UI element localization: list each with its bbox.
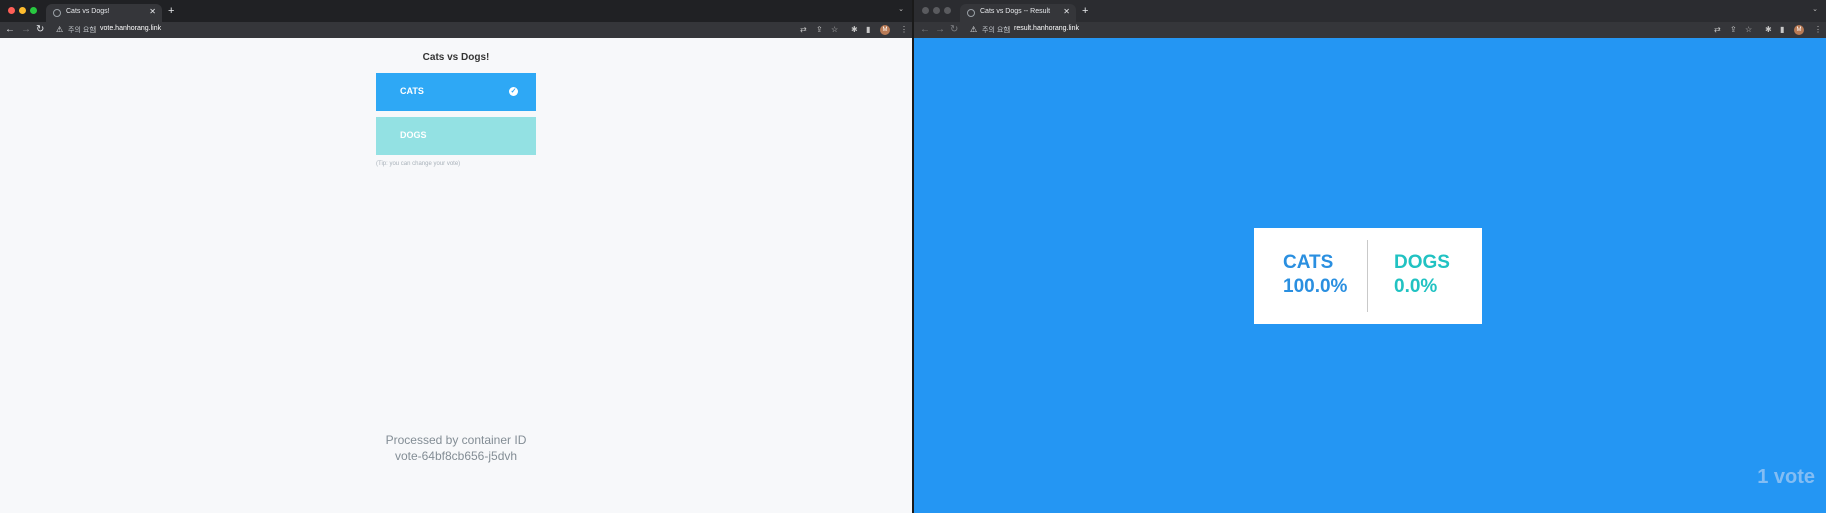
tab-vote[interactable]: Cats vs Dogs! ✕ <box>46 4 162 22</box>
reload-icon[interactable]: ↻ <box>950 23 958 37</box>
bookmark-star-icon[interactable]: ☆ <box>1745 25 1752 35</box>
maximize-window-button[interactable] <box>944 7 951 14</box>
cats-label: CATS <box>400 86 424 96</box>
tab-bar: Cats vs Dogs! ✕ + ⌄ <box>0 0 912 22</box>
share-icon[interactable]: ⇪ <box>1730 25 1737 35</box>
chevron-down-icon[interactable]: ⌄ <box>898 5 904 13</box>
vote-dogs-button[interactable]: DOGS <box>376 117 536 155</box>
forward-icon[interactable]: → <box>935 23 945 37</box>
minimize-window-button[interactable] <box>933 7 940 14</box>
tab-result[interactable]: Cats vs Dogs -- Result ✕ <box>960 4 1076 22</box>
menu-icon[interactable]: ⋮ <box>900 25 908 35</box>
tab-title: Cats vs Dogs -- Result <box>980 8 1051 15</box>
dogs-label: DOGS <box>400 130 427 140</box>
tab-bar: Cats vs Dogs -- Result ✕ + ⌄ <box>914 0 1826 22</box>
divider <box>1009 26 1010 33</box>
profile-avatar[interactable]: M <box>880 25 890 35</box>
back-icon[interactable]: ← <box>5 23 15 37</box>
extensions-icon[interactable]: ✱ <box>851 25 858 35</box>
result-browser-window: Cats vs Dogs -- Result ✕ + ⌄ ← → ↻ ⚠ 주의 … <box>914 0 1826 513</box>
cats-result-label: CATS <box>1283 252 1334 273</box>
tip-text: (Tip: you can change your vote) <box>376 161 461 167</box>
vote-browser-window: Cats vs Dogs! ✕ + ⌄ ← → ↻ ⚠ 주의 요함 vote.h… <box>0 0 912 513</box>
globe-icon <box>53 9 61 17</box>
side-panel-icon[interactable]: ▮ <box>866 25 870 35</box>
forward-icon[interactable]: → <box>21 23 31 37</box>
security-warning[interactable]: 주의 요함 <box>68 25 96 35</box>
warning-icon[interactable]: ⚠ <box>970 23 977 36</box>
menu-icon[interactable]: ⋮ <box>1814 25 1822 35</box>
vote-count: 1 vote <box>1757 466 1815 488</box>
address-toolbar: ← → ↻ ⚠ 주의 요함 result.hanhorang.link ⇄ ⇪ … <box>914 22 1826 38</box>
translate-icon[interactable]: ⇄ <box>800 25 807 35</box>
maximize-window-button[interactable] <box>30 7 37 14</box>
vote-cats-button[interactable]: CATS ✓ <box>376 73 536 111</box>
close-window-button[interactable] <box>8 7 15 14</box>
minimize-window-button[interactable] <box>19 7 26 14</box>
new-tab-icon[interactable]: + <box>168 4 174 18</box>
divider <box>95 26 96 33</box>
tab-title: Cats vs Dogs! <box>66 8 110 15</box>
result-page: CATS 100.0% DOGS 0.0% 1 vote <box>914 38 1826 513</box>
cats-result-percent: 100.0% <box>1283 276 1348 297</box>
dogs-result-label: DOGS <box>1394 252 1450 273</box>
processed-label: Processed by container ID <box>385 433 527 447</box>
tab-close-icon[interactable]: ✕ <box>149 7 156 17</box>
globe-icon <box>967 9 975 17</box>
vote-page: Cats vs Dogs! CATS ✓ DOGS (Tip: you can … <box>0 38 912 513</box>
dogs-result-percent: 0.0% <box>1394 276 1438 297</box>
url-text[interactable]: vote.hanhorang.link <box>100 25 161 32</box>
warning-icon[interactable]: ⚠ <box>56 23 63 36</box>
new-tab-icon[interactable]: + <box>1082 4 1088 18</box>
profile-avatar[interactable]: M <box>1794 25 1804 35</box>
security-warning[interactable]: 주의 요함 <box>982 25 1010 35</box>
check-circle-icon: ✓ <box>509 87 518 96</box>
share-icon[interactable]: ⇪ <box>816 25 823 35</box>
translate-icon[interactable]: ⇄ <box>1714 25 1721 35</box>
tab-close-icon[interactable]: ✕ <box>1063 7 1070 17</box>
result-card: CATS 100.0% DOGS 0.0% <box>1254 228 1482 324</box>
address-toolbar: ← → ↻ ⚠ 주의 요함 vote.hanhorang.link ⇄ ⇪ ☆ … <box>0 22 912 38</box>
bookmark-star-icon[interactable]: ☆ <box>831 25 838 35</box>
reload-icon[interactable]: ↻ <box>36 23 44 37</box>
page-title: Cats vs Dogs! <box>422 52 490 63</box>
close-window-button[interactable] <box>922 7 929 14</box>
screen: Cats vs Dogs! ✕ + ⌄ ← → ↻ ⚠ 주의 요함 vote.h… <box>0 0 1826 513</box>
chevron-down-icon[interactable]: ⌄ <box>1812 5 1818 13</box>
back-icon[interactable]: ← <box>920 23 930 37</box>
address-bar[interactable]: ⚠ 주의 요함 result.hanhorang.link <box>966 23 1706 36</box>
container-id: vote-64bf8cb656-j5dvh <box>394 449 518 463</box>
url-text[interactable]: result.hanhorang.link <box>1014 25 1079 32</box>
address-bar[interactable]: ⚠ 주의 요함 vote.hanhorang.link <box>52 23 792 36</box>
extensions-icon[interactable]: ✱ <box>1765 25 1772 35</box>
result-divider <box>1367 240 1368 312</box>
side-panel-icon[interactable]: ▮ <box>1780 25 1784 35</box>
